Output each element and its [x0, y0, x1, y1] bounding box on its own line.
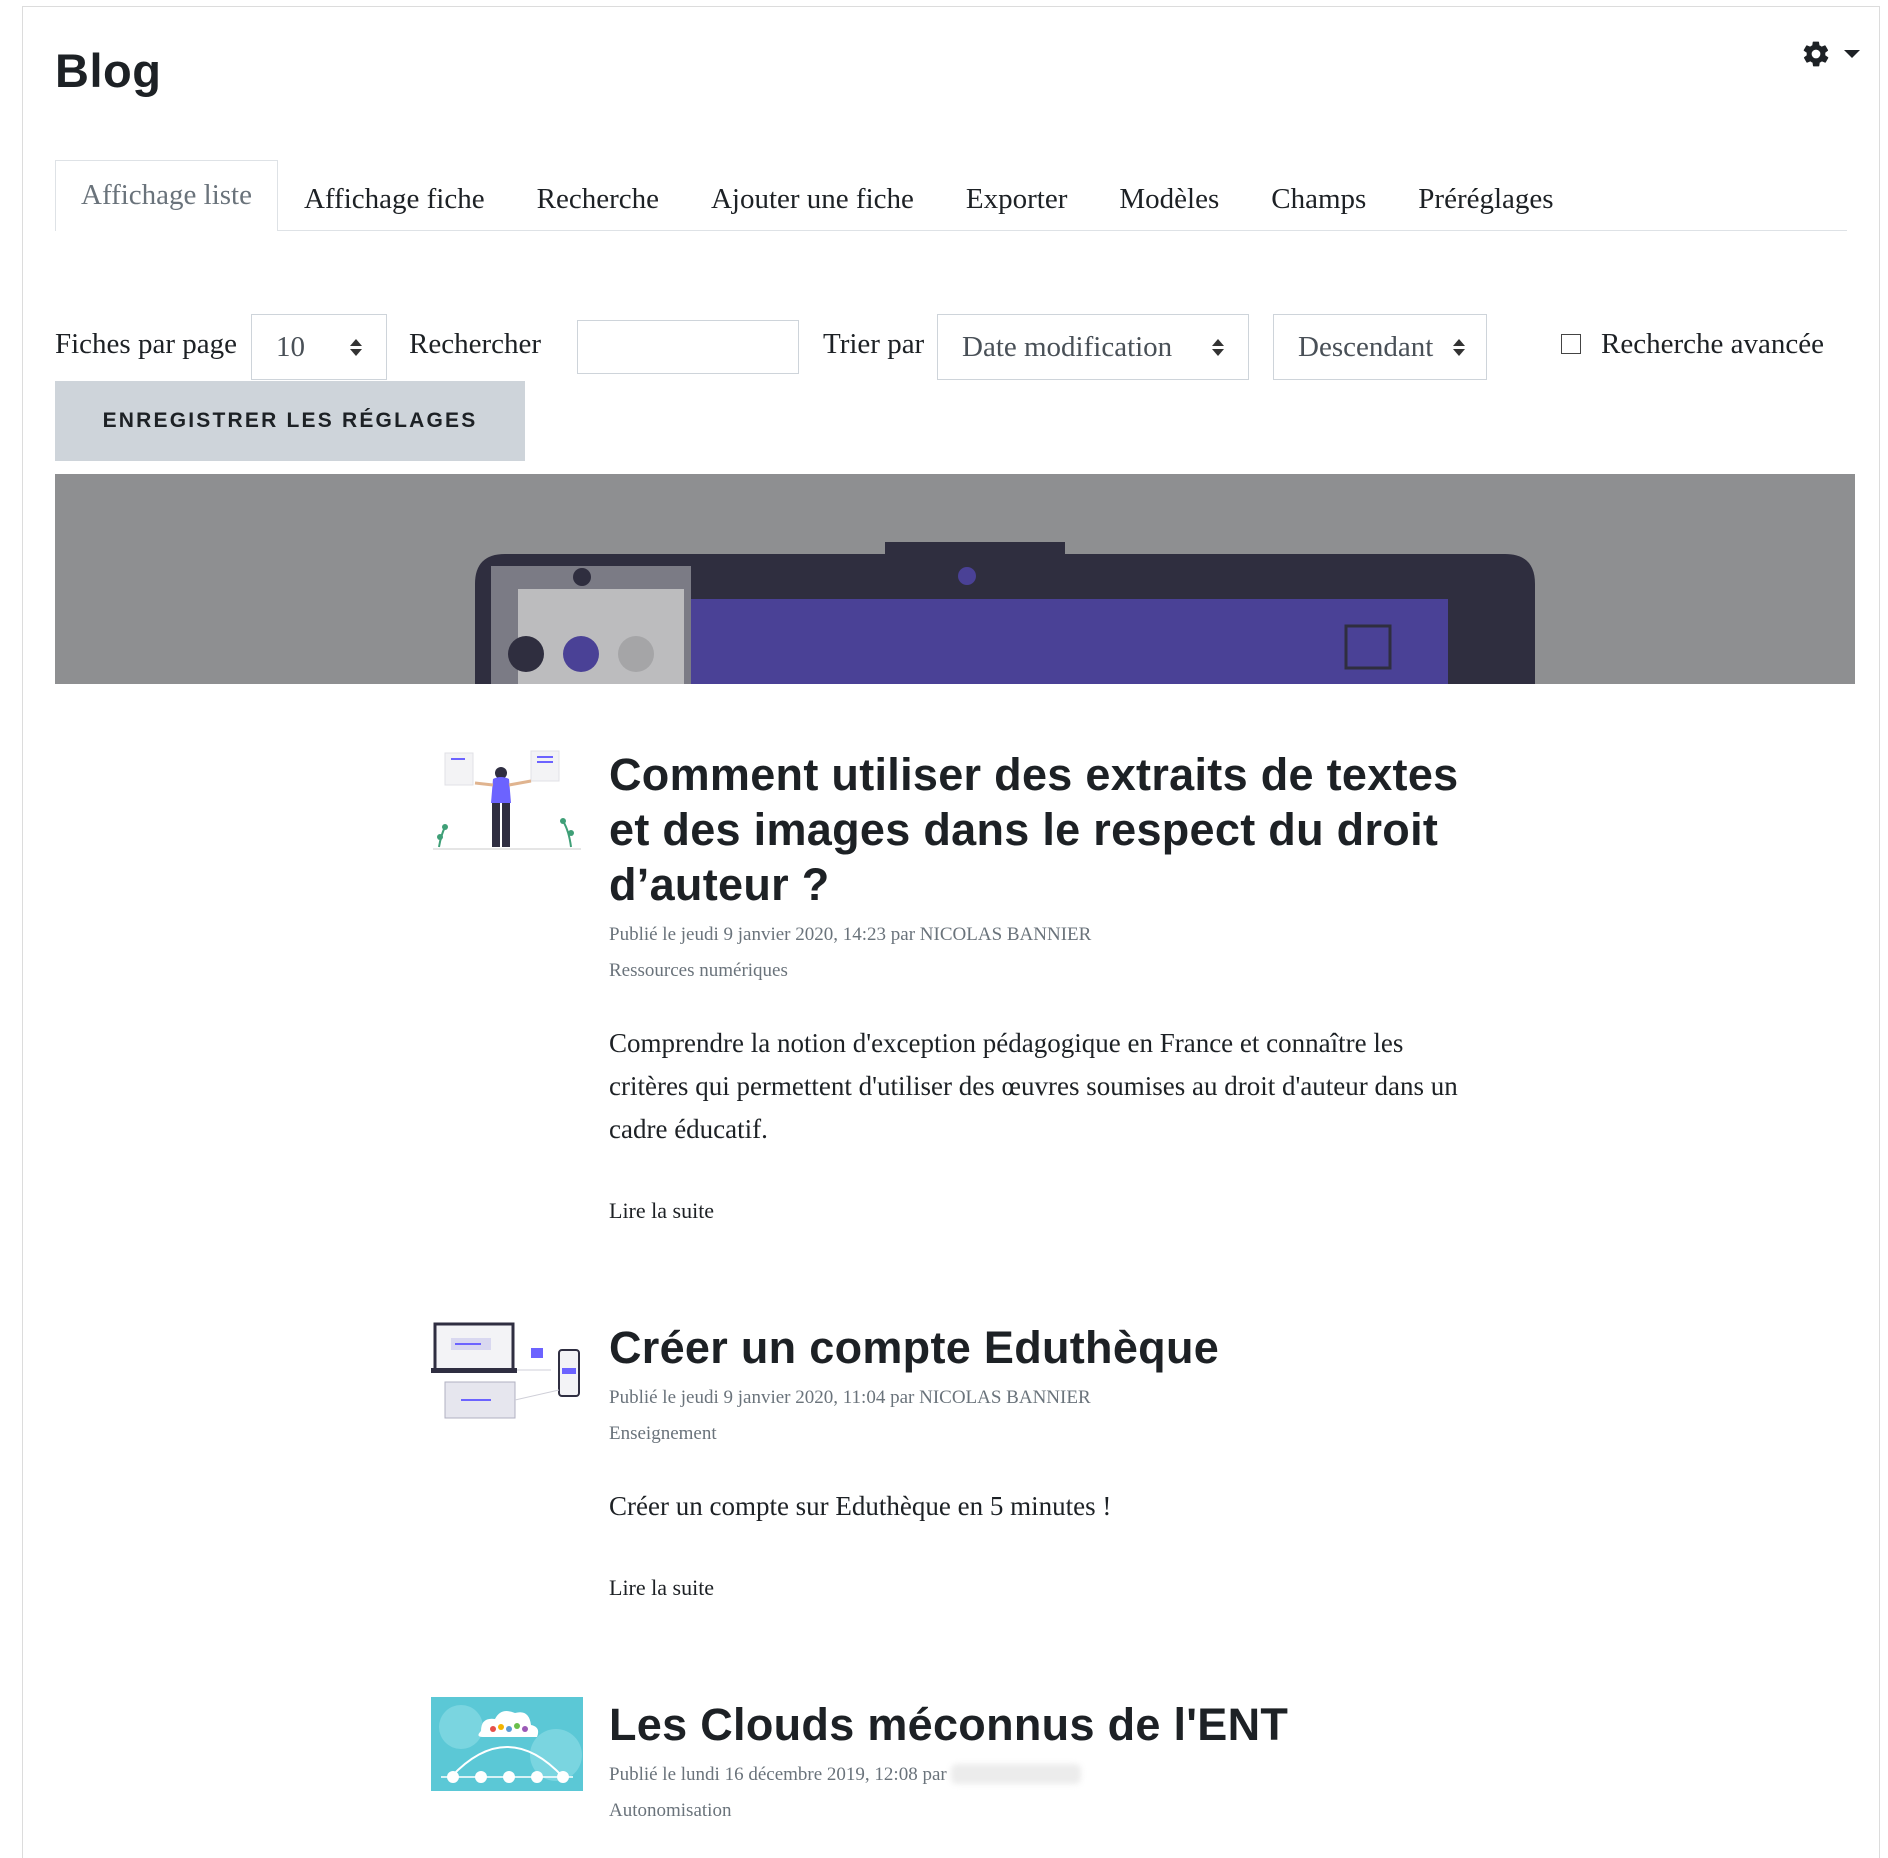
post-body: Comment utiliser des extraits de textes …: [609, 747, 1489, 1224]
post-thumbnail[interactable]: [431, 747, 583, 855]
post-meta: Publié le jeudi 9 janvier 2020, 14:23 pa…: [609, 924, 1092, 945]
tab-affichage-liste[interactable]: Affichage liste: [55, 160, 278, 231]
post-body: Créer un compte Eduthèque Publié le jeud…: [609, 1320, 1489, 1601]
sort-label: Trier par: [823, 328, 925, 360]
post-title[interactable]: Les Clouds méconnus de l'ENT: [609, 1697, 1489, 1752]
sort-field-select[interactable]: Date modification: [937, 314, 1249, 380]
page-title: Blog: [55, 44, 162, 97]
save-settings-button[interactable]: ENREGISTRER LES RÉGLAGES: [55, 381, 525, 461]
sort-order-value: Descendant: [1298, 330, 1434, 363]
page-container: Blog Affichage liste Affichage fiche Rec…: [22, 6, 1880, 1858]
post-meta-text: Publié le lundi 16 décembre 2019, 12:08 …: [609, 1764, 947, 1785]
tab-bar: Affichage liste Affichage fiche Recherch…: [55, 154, 1847, 231]
banner-image: [55, 474, 1855, 684]
post-category[interactable]: Autonomisation: [609, 1799, 1489, 1823]
settings-menu-toggle[interactable]: [1801, 39, 1861, 69]
gear-icon[interactable]: [1801, 39, 1831, 69]
post-category[interactable]: Ressources numériques: [609, 959, 1489, 983]
cloud-gears-illustration: [431, 1697, 583, 1791]
caret-down-icon[interactable]: [1843, 48, 1861, 60]
select-arrows-icon: [1212, 338, 1224, 356]
post-title[interactable]: Créer un compte Eduthèque: [609, 1320, 1489, 1375]
tab-prereglages[interactable]: Préréglages: [1392, 165, 1579, 231]
read-more-link[interactable]: Lire la suite: [609, 1575, 714, 1601]
post-title[interactable]: Comment utiliser des extraits de textes …: [609, 747, 1489, 912]
search-label: Rechercher: [409, 328, 542, 360]
post-meta: Publié le lundi 16 décembre 2019, 12:08 …: [609, 1763, 1489, 1787]
select-arrows-icon: [1453, 338, 1466, 356]
sort-order-select[interactable]: Descendant: [1273, 314, 1487, 380]
post-body: Les Clouds méconnus de l'ENT Publié le l…: [609, 1697, 1489, 1823]
blurred-author: [951, 1764, 1082, 1784]
tab-exporter[interactable]: Exporter: [940, 165, 1093, 231]
per-page-select[interactable]: 10: [251, 314, 387, 380]
laptop-phone-illustration: [431, 1322, 580, 1419]
select-arrows-icon: [350, 338, 362, 356]
tab-recherche[interactable]: Recherche: [511, 165, 685, 231]
post-category[interactable]: Enseignement: [609, 1422, 1489, 1446]
post-meta: Publié le jeudi 9 janvier 2020, 11:04 pa…: [609, 1387, 1091, 1408]
search-input[interactable]: [577, 320, 799, 374]
read-more-link[interactable]: Lire la suite: [609, 1198, 714, 1224]
tab-ajouter-fiche[interactable]: Ajouter une fiche: [685, 165, 940, 231]
post-thumbnail[interactable]: [431, 1320, 583, 1428]
laptop-illustration: [55, 474, 1855, 684]
sort-field-value: Date modification: [962, 330, 1173, 363]
post-thumbnail[interactable]: [431, 1697, 583, 1791]
per-page-value: 10: [276, 330, 305, 363]
list-settings-form: Fiches par page 10 Rechercher Trier par …: [55, 314, 1855, 380]
tab-champs[interactable]: Champs: [1245, 165, 1392, 231]
per-page-label: Fiches par page: [55, 328, 237, 360]
person-documents-illustration: [433, 750, 581, 850]
advanced-search-checkbox[interactable]: [1561, 334, 1581, 354]
advanced-search-label[interactable]: Recherche avancée: [1601, 314, 1824, 380]
post-excerpt: Créer un compte sur Eduthèque en 5 minut…: [609, 1491, 1112, 1521]
tab-affichage-fiche[interactable]: Affichage fiche: [278, 165, 511, 231]
tab-modeles[interactable]: Modèles: [1093, 165, 1245, 231]
post-excerpt: Comprendre la notion d'exception pédagog…: [609, 1028, 1458, 1144]
